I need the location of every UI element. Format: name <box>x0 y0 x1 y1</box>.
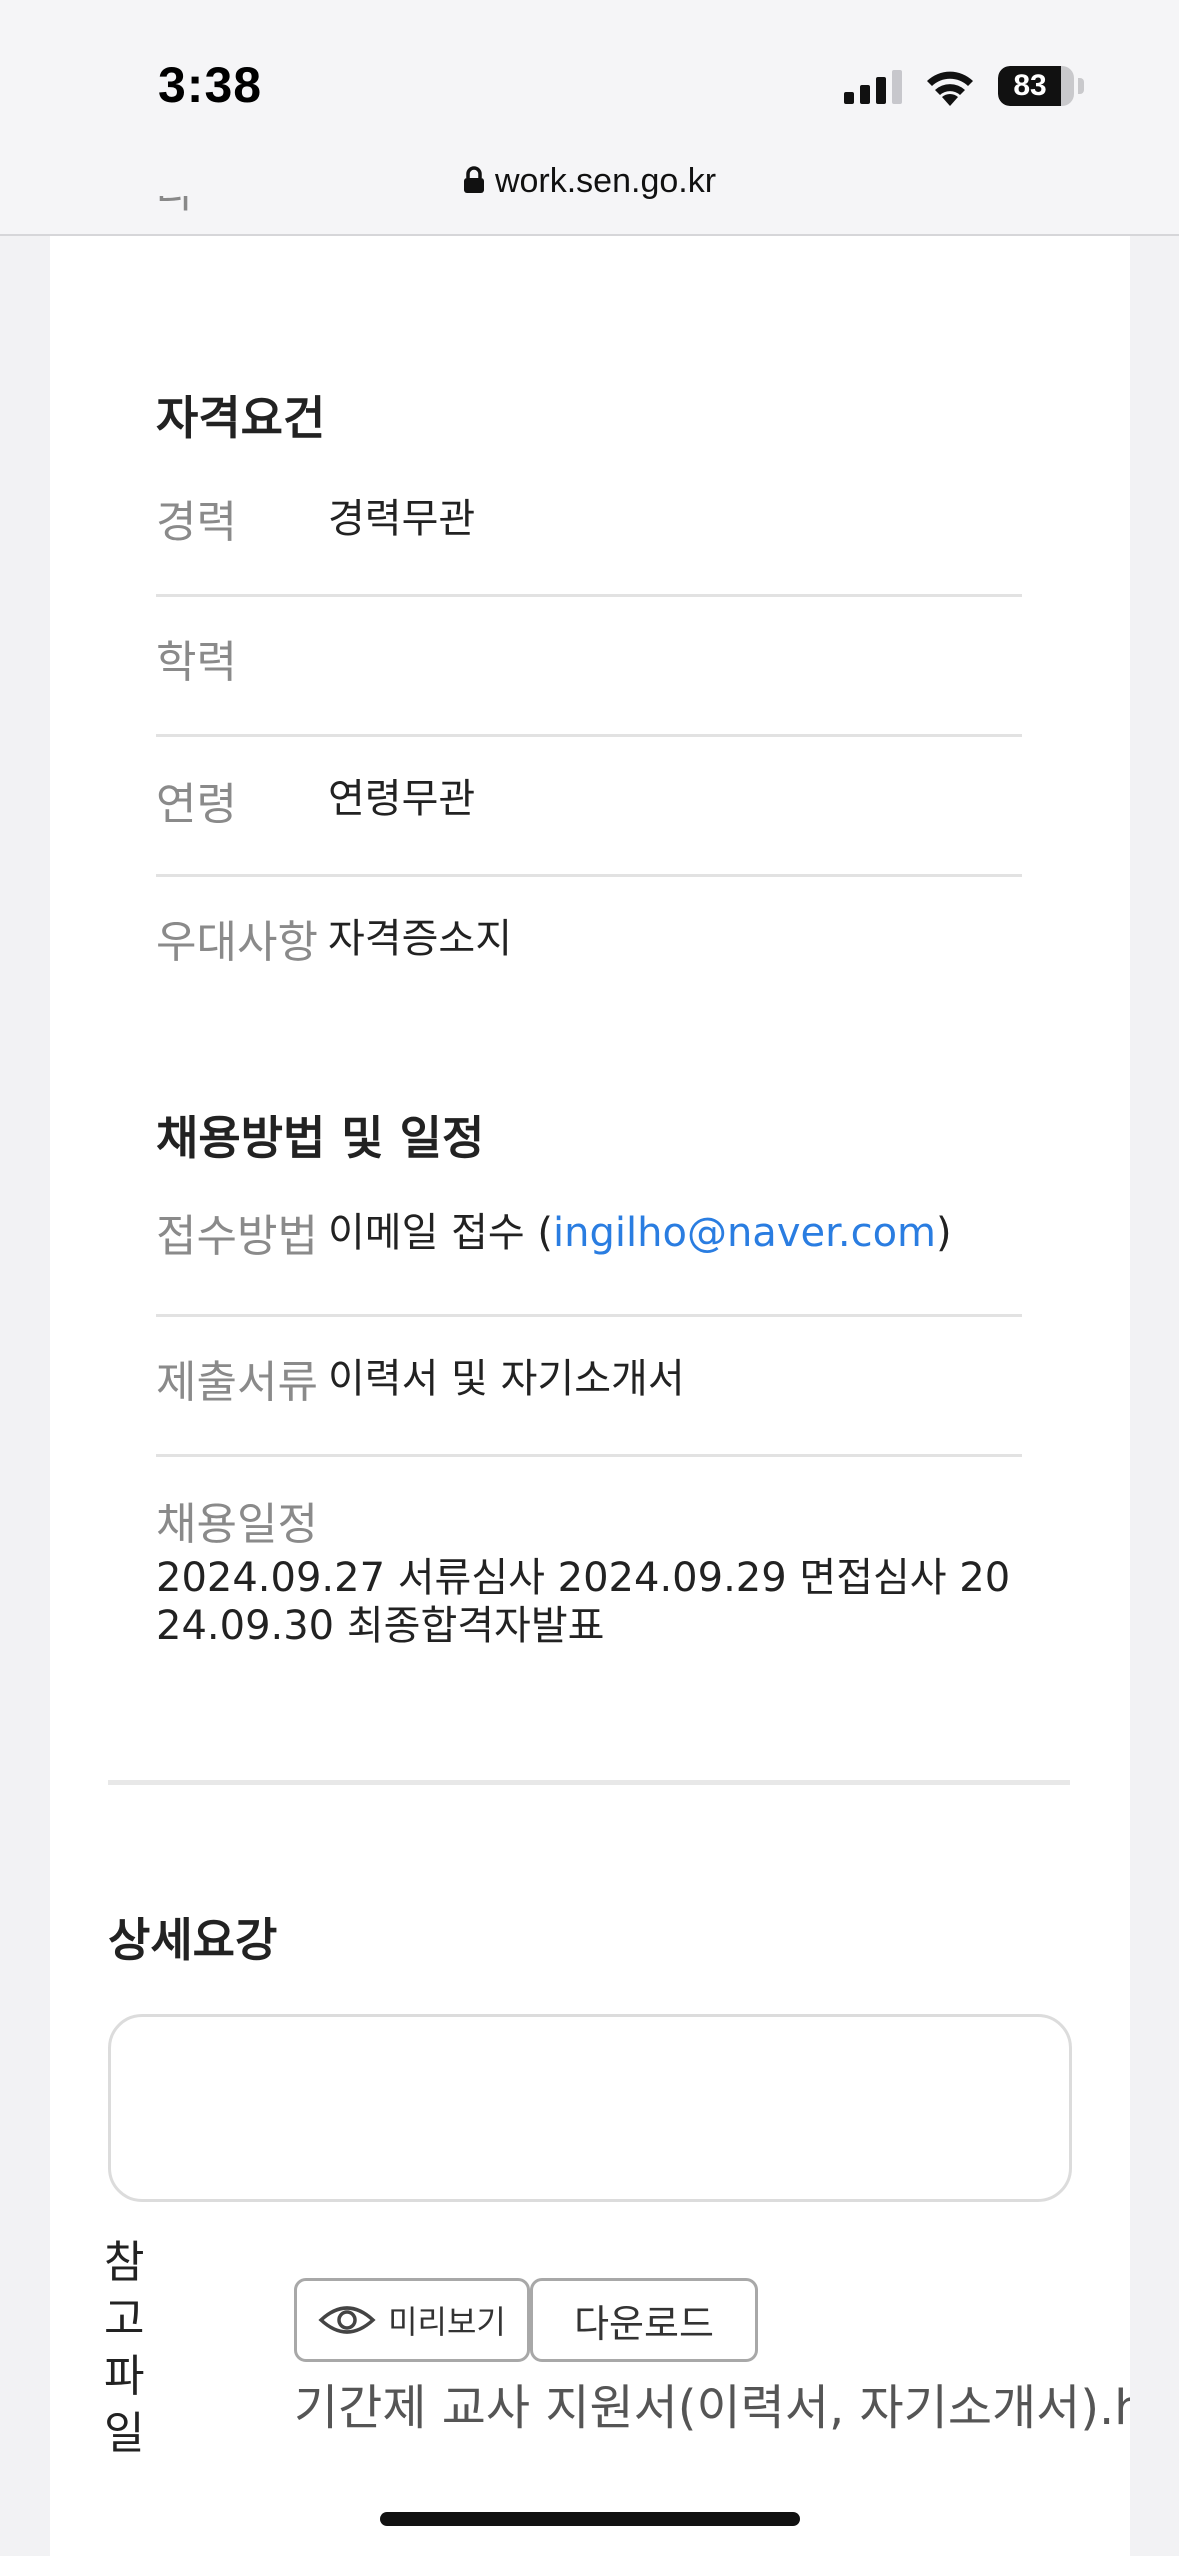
method-label: 접수방법 <box>156 1211 318 1262</box>
row-divider <box>156 1314 1022 1317</box>
cellular-signal-icon <box>844 70 902 104</box>
battery-percent: 83 <box>1013 69 1047 102</box>
experience-value: 경력무관 <box>328 496 476 542</box>
status-time: 3:38 <box>158 57 263 113</box>
method-suffix: ) <box>936 1210 952 1256</box>
preference-label: 우대사항 <box>156 917 318 968</box>
schedule-value: 2024.09.27 서류심사 2024.09.29 면접심사 2024.09.… <box>156 1555 1011 1649</box>
lock-icon <box>463 166 484 193</box>
battery-tip <box>1078 78 1084 94</box>
recruitment-title: 채용방법 및 일정 <box>156 1111 485 1165</box>
eye-icon <box>318 2306 376 2334</box>
home-indicator[interactable] <box>380 2512 800 2526</box>
experience-label: 경력 <box>156 497 237 548</box>
documents-label: 제출서류 <box>156 1357 318 1408</box>
preference-value: 자격증소지 <box>328 916 512 962</box>
method-prefix: 이메일 접수 ( <box>328 1210 554 1256</box>
education-label: 학력 <box>156 637 237 688</box>
attachment-label: 참 고 파 일 <box>104 2234 164 2462</box>
status-bar: 3:38 83 <box>0 0 1179 150</box>
section-divider <box>108 1780 1070 1785</box>
download-button[interactable]: 다운로드 <box>530 2278 758 2362</box>
attachment-label-char: 참 <box>104 2237 145 2288</box>
documents-value: 이력서 및 자기소개서 <box>328 1356 685 1402</box>
preview-button[interactable]: 미리보기 <box>294 2278 530 2362</box>
row-divider <box>156 594 1022 597</box>
age-label: 연령 <box>156 779 237 830</box>
download-button-label: 다운로드 <box>574 2301 714 2346</box>
url-text: work.sen.go.kr <box>494 162 717 200</box>
wifi-icon <box>927 71 973 106</box>
row-divider <box>156 1454 1022 1457</box>
row-divider <box>156 734 1022 737</box>
details-content-box <box>108 2014 1072 2202</box>
qualifications-title: 자격요건 <box>156 391 326 445</box>
age-value: 연령무관 <box>328 776 476 822</box>
details-title: 상세요강 <box>108 1913 278 1967</box>
battery-icon: 83 <box>998 66 1074 106</box>
preview-button-label: 미리보기 <box>388 2303 506 2341</box>
schedule-label: 채용일정 <box>156 1499 318 1550</box>
attachment-label-char: 일 <box>104 2408 145 2459</box>
cut-off-label: 다 <box>156 196 195 236</box>
email-link[interactable]: ingilho@naver.com <box>553 1210 936 1256</box>
attachment-label-char: 고 <box>104 2294 145 2345</box>
row-divider <box>156 874 1022 877</box>
method-value: 이메일 접수 (ingilho@naver.com) <box>328 1200 952 1258</box>
attachment-file-name[interactable]: 기간제 교사 지원서(이력서, 자기소개서).hwp <box>294 2368 1130 2438</box>
attachment-label-char: 파 <box>104 2351 145 2402</box>
